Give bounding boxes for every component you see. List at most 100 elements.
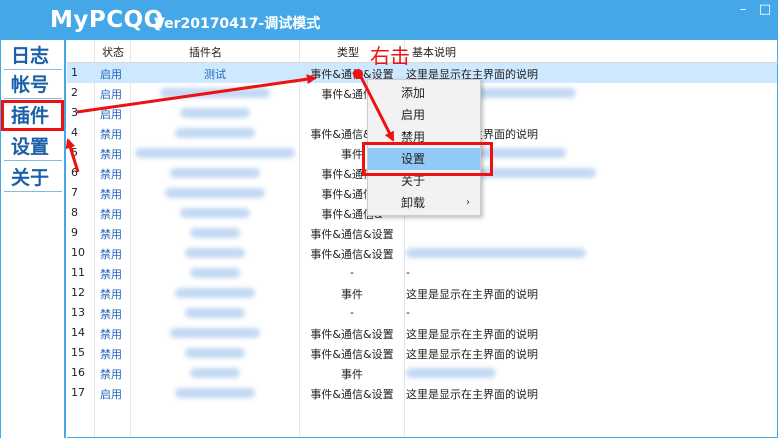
- row-index: 6: [71, 166, 78, 179]
- row-type: 事件&通信&设置: [310, 228, 394, 241]
- row-index: 15: [71, 346, 85, 359]
- row-description-redacted: [406, 368, 496, 378]
- table-row[interactable]: 9 禁用 事件&通信&设置: [67, 223, 777, 243]
- row-description: 这里是显示在主界面的说明: [406, 328, 538, 341]
- row-type: 事件&通信&设置: [310, 248, 394, 261]
- row-plugin-name-redacted: [190, 368, 240, 378]
- row-index: 14: [71, 326, 85, 339]
- row-plugin-name-redacted: [160, 88, 270, 98]
- row-status: 禁用: [100, 328, 122, 341]
- row-status: 禁用: [100, 308, 122, 321]
- row-status: 禁用: [100, 228, 122, 241]
- column-header-type[interactable]: 类型: [337, 44, 359, 60]
- row-plugin-name-redacted: [180, 208, 250, 218]
- row-index: 17: [71, 386, 85, 399]
- row-status: 启用: [100, 108, 122, 121]
- row-status: 禁用: [100, 168, 122, 181]
- row-plugin-name-redacted: [175, 288, 255, 298]
- row-plugin-name-redacted: [170, 328, 260, 338]
- row-plugin-name-redacted: [190, 228, 240, 238]
- minimize-icon[interactable]: –: [732, 0, 754, 20]
- row-index: 9: [71, 226, 78, 239]
- row-index: 16: [71, 366, 85, 379]
- row-type: -: [350, 306, 354, 319]
- row-index: 3: [71, 106, 78, 119]
- column-header-name[interactable]: 插件名: [189, 44, 222, 60]
- context-menu-item-uninstall[interactable]: 卸载 ›: [368, 192, 480, 214]
- row-plugin-name-redacted: [175, 128, 255, 138]
- row-status: 禁用: [100, 248, 122, 261]
- row-index: 1: [71, 66, 78, 79]
- table-row[interactable]: 11 禁用 - -: [67, 263, 777, 283]
- row-status: 禁用: [100, 148, 122, 161]
- row-status: 禁用: [100, 288, 122, 301]
- maximize-icon[interactable]: □: [754, 0, 776, 20]
- context-menu-item-add[interactable]: 添加: [368, 82, 480, 104]
- row-plugin-name-redacted: [170, 168, 260, 178]
- chevron-right-icon: ›: [466, 197, 470, 208]
- row-index: 7: [71, 186, 78, 199]
- annotation-right-click-label: 右击: [370, 44, 410, 68]
- table-header: 状态 插件名 类型 基本说明: [67, 40, 778, 63]
- row-description: 这里是显示在主界面的说明: [406, 348, 538, 361]
- row-plugin-name-redacted: [135, 148, 295, 158]
- table-row[interactable]: 12 禁用 事件 这里是显示在主界面的说明: [67, 283, 777, 303]
- row-plugin-name-redacted: [190, 268, 240, 278]
- row-plugin-name-redacted: [185, 348, 245, 358]
- sidebar-item-account[interactable]: 帐号: [4, 71, 62, 99]
- row-status: 禁用: [100, 348, 122, 361]
- app-version-subtitle: Ver20170417-调试模式: [154, 16, 321, 32]
- row-status: 启用: [100, 388, 122, 401]
- column-header-status[interactable]: 状态: [102, 44, 124, 60]
- row-type: 事件&通信&设置: [310, 328, 394, 341]
- row-description: -: [406, 266, 410, 279]
- row-type: 事件&通信&设置: [310, 348, 394, 361]
- sidebar-item-log[interactable]: 日志: [4, 42, 62, 70]
- table-row[interactable]: 17 启用 事件&通信&设置 这里是显示在主界面的说明: [67, 383, 777, 403]
- row-status: 禁用: [100, 188, 122, 201]
- sidebar-item-settings[interactable]: 设置: [4, 133, 62, 161]
- row-description-redacted: [406, 248, 586, 258]
- table-row[interactable]: 13 禁用 - -: [67, 303, 777, 323]
- context-menu-item-label: 卸载: [401, 196, 426, 210]
- row-description: 这里是显示在主界面的说明: [406, 388, 538, 401]
- row-plugin-name-redacted: [175, 388, 255, 398]
- row-index: 2: [71, 86, 78, 99]
- context-menu-item-enable[interactable]: 启用: [368, 104, 480, 126]
- row-type: -: [350, 266, 354, 279]
- row-plugin-name-redacted: [180, 108, 250, 118]
- row-plugin-name-redacted: [185, 308, 245, 318]
- row-index: 4: [71, 126, 78, 139]
- row-description: -: [406, 306, 410, 319]
- row-plugin-name-redacted: [185, 248, 245, 258]
- sidebar-item-about[interactable]: 关于: [4, 164, 62, 192]
- table-row[interactable]: 14 禁用 事件&通信&设置 这里是显示在主界面的说明: [67, 323, 777, 343]
- table-row[interactable]: 15 禁用 事件&通信&设置 这里是显示在主界面的说明: [67, 343, 777, 363]
- row-index: 10: [71, 246, 85, 259]
- table-row[interactable]: 10 禁用 事件&通信&设置: [67, 243, 777, 263]
- row-status: 启用: [100, 88, 122, 101]
- row-type: 事件&通信&设置: [310, 388, 394, 401]
- annotation-highlight-settings: [362, 142, 493, 176]
- app-title: MyPCQQ: [50, 7, 164, 33]
- row-index: 5: [71, 146, 78, 159]
- row-type: 事件: [341, 368, 363, 381]
- row-status: 启用: [100, 68, 122, 81]
- title-bar[interactable]: MyPCQQ Ver20170417-调试模式 – □: [0, 0, 778, 40]
- row-index: 12: [71, 286, 85, 299]
- row-status: 禁用: [100, 368, 122, 381]
- table-row[interactable]: 16 禁用 事件: [67, 363, 777, 383]
- row-plugin-name-redacted: [165, 188, 265, 198]
- row-index: 11: [71, 266, 85, 279]
- annotation-highlight-plugins: [1, 100, 64, 131]
- row-index: 8: [71, 206, 78, 219]
- row-status: 禁用: [100, 208, 122, 221]
- row-status: 禁用: [100, 128, 122, 141]
- row-description: 这里是显示在主界面的说明: [406, 288, 538, 301]
- column-header-description[interactable]: 基本说明: [412, 44, 456, 60]
- row-index: 13: [71, 306, 85, 319]
- row-type: 事件: [341, 288, 363, 301]
- row-status: 禁用: [100, 268, 122, 281]
- row-plugin-name: 测试: [204, 68, 226, 81]
- app-window: MyPCQQ Ver20170417-调试模式 – □ 日志 帐号 插件 设置 …: [0, 0, 778, 438]
